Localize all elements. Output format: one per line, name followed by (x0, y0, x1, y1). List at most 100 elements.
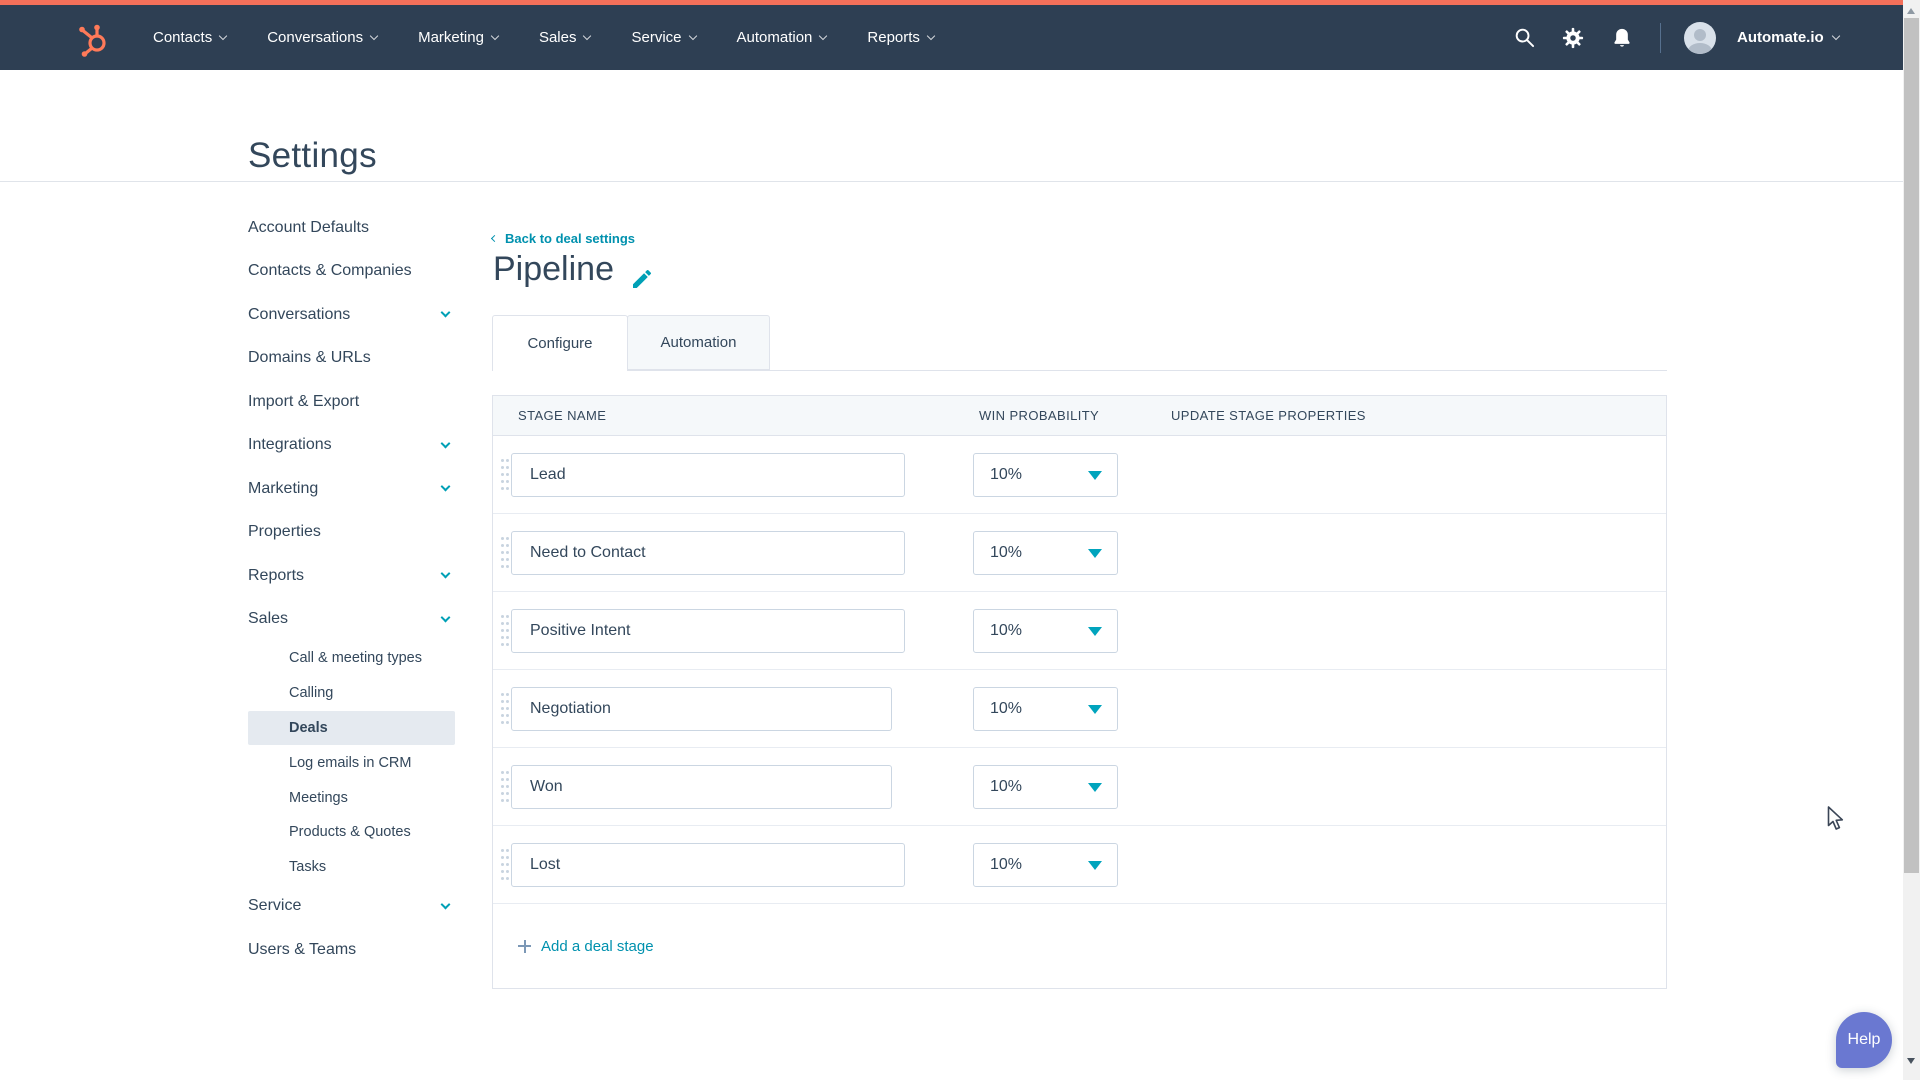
dropdown-caret-icon (1088, 861, 1102, 870)
nav-item-contacts[interactable]: Contacts (153, 29, 228, 46)
nav-label: Contacts (153, 29, 213, 46)
hubspot-logo-icon[interactable] (76, 23, 110, 57)
chevron-down-icon (440, 568, 451, 579)
nav-item-service[interactable]: Service (631, 29, 697, 46)
stage-name-input[interactable] (511, 609, 905, 653)
drag-handle-icon[interactable] (501, 770, 504, 774)
sidebar-subitem-meetings[interactable]: Meetings (248, 780, 455, 815)
sidebar-item-contacts-companies[interactable]: Contacts & Companies (248, 250, 455, 294)
back-to-deal-settings-link[interactable]: Back to deal settings (490, 231, 635, 246)
sidebar-subitem-tasks[interactable]: Tasks (248, 850, 455, 885)
dropdown-caret-icon (1088, 705, 1102, 714)
win-probability-select[interactable]: 10% (973, 687, 1118, 731)
tab-label: Configure (527, 335, 593, 352)
nav-item-sales[interactable]: Sales (538, 29, 592, 46)
sidebar-item-marketing[interactable]: Marketing (248, 467, 455, 511)
account-menu[interactable]: Automate.io (1737, 29, 1824, 46)
primary-nav: Contacts Conversations Marketing Sales S… (153, 5, 936, 70)
sidebar-subitem-log-emails-in-crm[interactable]: Log emails in CRM (248, 745, 455, 780)
tab-automation[interactable]: Automation (627, 315, 770, 370)
tab-configure[interactable]: Configure (492, 315, 628, 371)
drag-handle-icon[interactable] (501, 614, 504, 618)
table-row: 10% (493, 748, 1666, 826)
nav-item-automation[interactable]: Automation (737, 29, 828, 46)
nav-label: Reports (867, 29, 920, 46)
sidebar-item-conversations[interactable]: Conversations (248, 293, 455, 337)
avatar-body-shape (1688, 42, 1712, 54)
sidebar-item-service[interactable]: Service (248, 885, 455, 929)
table-row: 10% (493, 514, 1666, 592)
dropdown-caret-icon (1088, 471, 1102, 480)
gear-icon[interactable] (1562, 27, 1584, 49)
chevron-left-icon (490, 234, 499, 243)
drag-handle-icon[interactable] (501, 692, 504, 696)
add-deal-stage-label: Add a deal stage (541, 937, 654, 955)
sidebar-subitem-deals[interactable]: Deals (248, 710, 455, 746)
stage-name-input[interactable] (511, 453, 905, 497)
stage-name-input[interactable] (511, 843, 905, 887)
nav-item-marketing[interactable]: Marketing (418, 29, 500, 46)
chevron-down-icon (819, 31, 828, 40)
bell-icon[interactable] (1611, 27, 1633, 49)
sidebar-subitem-label: Log emails in CRM (289, 754, 412, 771)
sidebar-item-label: Domains & URLs (248, 349, 371, 367)
scrollbar-down-arrow-icon[interactable] (1907, 1058, 1915, 1064)
nav-item-reports[interactable]: Reports (867, 29, 936, 46)
table-row: 10% (493, 826, 1666, 904)
chevron-down-icon (440, 481, 451, 492)
sidebar-item-label: Conversations (248, 305, 351, 323)
hubspot-settings-page: Contacts Conversations Marketing Sales S… (0, 0, 1920, 1080)
drag-handle-icon[interactable] (501, 536, 504, 540)
sidebar-subitem-label: Deals (289, 719, 328, 736)
chevron-down-icon (440, 307, 451, 318)
sidebar-item-sales[interactable]: Sales (248, 598, 455, 642)
table-row: 10% (493, 592, 1666, 670)
nav-label: Service (631, 29, 682, 46)
chevron-down-icon (440, 899, 451, 910)
chevron-down-icon (218, 31, 228, 40)
sidebar-item-reports[interactable]: Reports (248, 554, 455, 598)
scrollbar-up-arrow-icon[interactable] (1907, 8, 1915, 14)
search-icon[interactable] (1513, 27, 1535, 49)
sidebar-item-import-export[interactable]: Import & Export (248, 380, 455, 424)
chevron-down-icon (1831, 31, 1840, 40)
sidebar-subitem-call-meeting-types[interactable]: Call & meeting types (248, 641, 455, 676)
stage-name-input[interactable] (511, 687, 892, 731)
sidebar-subitem-label: Tasks (289, 859, 327, 876)
win-probability-select[interactable]: 10% (973, 843, 1118, 887)
drag-handle-icon[interactable] (501, 848, 504, 852)
sidebar-item-integrations[interactable]: Integrations (248, 424, 455, 468)
dropdown-caret-icon (1088, 627, 1102, 636)
win-probability-select[interactable]: 10% (973, 765, 1118, 809)
edit-pencil-icon[interactable] (630, 261, 654, 288)
scrollbar-thumb[interactable] (1904, 18, 1919, 873)
chevron-down-icon (688, 31, 697, 40)
drag-handle-icon[interactable] (501, 458, 504, 462)
win-probability-select[interactable]: 10% (973, 453, 1118, 497)
sidebar-item-users-teams[interactable]: Users & Teams (248, 928, 455, 972)
add-deal-stage-button[interactable]: Add a deal stage (518, 938, 654, 955)
sidebar-subitem-products-quotes[interactable]: Products & Quotes (248, 815, 455, 850)
sidebar-item-properties[interactable]: Properties (248, 511, 455, 555)
win-probability-value: 10% (990, 622, 1023, 639)
stage-name-input[interactable] (511, 531, 905, 575)
page-title: Settings (248, 136, 377, 176)
nav-item-conversations[interactable]: Conversations (267, 29, 379, 46)
chevron-down-icon (440, 438, 451, 449)
sidebar-subitem-calling[interactable]: Calling (248, 676, 455, 711)
sidebar-item-domains-urls[interactable]: Domains & URLs (248, 337, 455, 381)
nav-label: Marketing (418, 29, 484, 46)
scrollbar[interactable] (1903, 0, 1920, 1080)
sidebar-item-account-defaults[interactable]: Account Defaults (248, 206, 455, 250)
win-probability-select[interactable]: 10% (973, 609, 1118, 653)
avatar[interactable] (1684, 21, 1716, 54)
sidebar-subitem-label: Meetings (289, 789, 348, 806)
mouse-cursor (1827, 806, 1849, 837)
chevron-down-icon (369, 31, 379, 40)
chevron-down-icon (440, 612, 451, 623)
win-probability-select[interactable]: 10% (973, 531, 1118, 575)
stage-name-input[interactable] (511, 765, 892, 809)
help-button[interactable]: Help (1836, 1012, 1892, 1068)
sidebar-subitem-label: Products & Quotes (289, 824, 411, 841)
nav-label: Sales (538, 29, 577, 46)
